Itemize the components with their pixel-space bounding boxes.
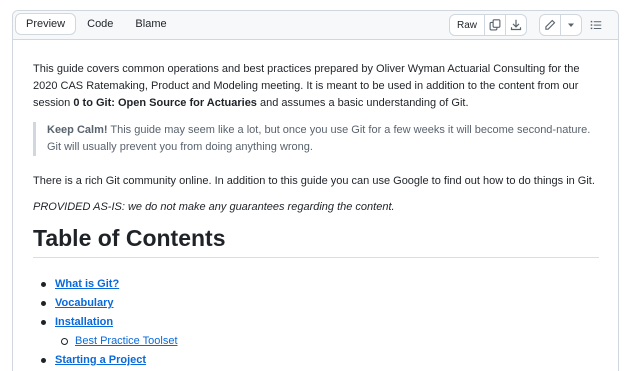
file-toolbar: Preview Code Blame Raw [13, 11, 618, 40]
pencil-icon [545, 19, 556, 30]
quote-text: This guide may seem like a lot, but once… [47, 124, 591, 153]
raw-button[interactable]: Raw [450, 15, 485, 35]
edit-dropdown-button[interactable] [561, 15, 581, 35]
quote-emphasis: Keep Calm! [47, 124, 108, 136]
toc-link-vocabulary[interactable]: Vocabulary [55, 297, 114, 309]
toc-link-installation[interactable]: Installation [55, 316, 113, 328]
toc-item: Vocabulary [33, 295, 178, 314]
list-icon [590, 20, 602, 30]
edit-actions-group [539, 14, 582, 36]
toc-link-starting-a-project[interactable]: Starting a Project [55, 354, 146, 366]
download-button[interactable] [506, 15, 526, 35]
file-viewer: Preview Code Blame Raw This guide covers… [12, 10, 619, 371]
intro-session-title: 0 to Git: Open Source for Actuaries [73, 97, 257, 109]
file-actions: Raw [448, 14, 606, 36]
toc-subitem: Best Practice Toolset [33, 333, 178, 352]
chevron-down-icon [568, 23, 574, 27]
blockquote: Keep Calm! This guide may seem like a lo… [33, 122, 599, 156]
toc-list: What is Git? Vocabulary Installation Bes… [33, 276, 178, 371]
intro-paragraph: This guide covers common operations and … [33, 61, 599, 112]
view-mode-switch: Preview Code Blame [15, 13, 178, 35]
community-paragraph: There is a rich Git community online. In… [33, 175, 595, 187]
toc-link-what-is-git[interactable]: What is Git? [55, 278, 119, 290]
outline-button[interactable] [586, 15, 606, 35]
tab-preview[interactable]: Preview [15, 13, 77, 35]
copy-icon [489, 19, 501, 31]
toc-item: What is Git? [33, 276, 178, 295]
raw-actions-group: Raw [448, 14, 527, 36]
disclaimer: PROVIDED AS-IS: we do not make any guara… [33, 201, 395, 213]
toc-item: Installation [33, 314, 178, 333]
toc-link-best-practice-toolset[interactable]: Best Practice Toolset [75, 335, 178, 347]
edit-button[interactable] [540, 15, 561, 35]
tab-code[interactable]: Code [76, 13, 124, 35]
download-icon [510, 19, 522, 31]
copy-raw-button[interactable] [485, 15, 506, 35]
intro-text-2: and assumes a basic understanding of Git… [256, 97, 469, 109]
toc-item: Starting a Project [33, 352, 178, 371]
toc-heading: Table of Contents [33, 223, 599, 258]
tab-blame[interactable]: Blame [124, 13, 177, 35]
